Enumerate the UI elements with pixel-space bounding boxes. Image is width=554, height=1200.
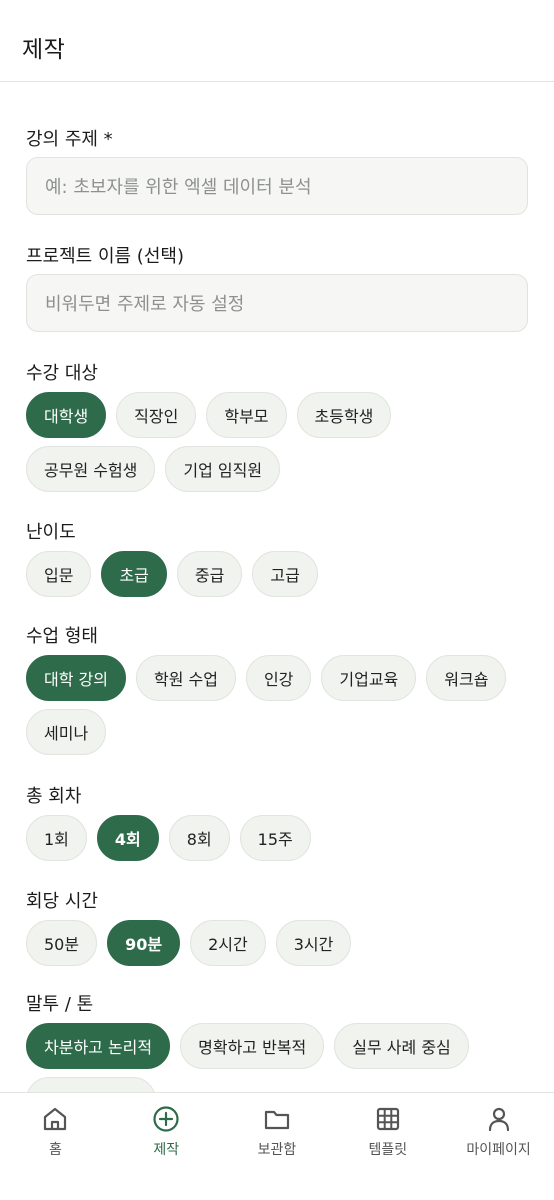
format-chip-online[interactable]: 인강 [245,655,312,701]
audience-chip-corporate[interactable]: 기업 임직원 [165,446,281,492]
app-header: 제작 [0,0,554,82]
nav-item-home[interactable]: 홈 [0,1093,111,1200]
nav-label-templates: 템플릿 [368,1142,408,1158]
create-form: 강의 주제 * 예: 초보자를 위한 엑셀 데이터 분석 프로젝트 이름 (선택… [0,82,554,1092]
duration-chip-3h[interactable]: 3시간 [275,920,352,966]
topic-input[interactable]: 예: 초보자를 위한 엑셀 데이터 분석 [26,157,528,215]
format-chips-row2: 세미나 [26,709,107,755]
sessions-chip-8[interactable]: 8회 [168,815,230,861]
tone-label: 말투 / 톤 [26,994,94,1015]
nav-item-mypage[interactable]: 마이페이지 [443,1093,554,1200]
difficulty-chips: 입문 초급 중급 고급 [26,551,318,597]
difficulty-chip-intermediate[interactable]: 중급 [176,551,243,597]
format-chip-seminar[interactable]: 세미나 [26,709,107,755]
format-chip-workshop[interactable]: 워크숍 [426,655,507,701]
folder-icon [264,1110,290,1130]
tone-chip-partial[interactable] [26,1077,156,1092]
audience-chip-parent[interactable]: 학부모 [206,392,287,438]
format-chip-corporate-training[interactable]: 기업교육 [321,655,417,701]
nav-item-templates[interactable]: 템플릿 [332,1093,443,1200]
sessions-chip-15-weeks[interactable]: 15주 [239,815,311,861]
audience-chip-elementary[interactable]: 초등학생 [296,392,392,438]
project-name-label: 프로젝트 이름 (선택) [26,246,184,267]
nav-item-library[interactable]: 보관함 [222,1093,333,1200]
page-title: 제작 [22,37,66,63]
tone-chips: 차분하고 논리적 명확하고 반복적 실무 사례 중심 [26,1023,469,1069]
grid-icon [376,1107,399,1131]
audience-label: 수강 대상 [26,363,98,384]
tone-chip-calm-logical[interactable]: 차분하고 논리적 [26,1023,171,1069]
format-label: 수업 형태 [26,626,98,647]
tone-chip-clear-repetitive[interactable]: 명확하고 반복적 [180,1023,325,1069]
audience-chip-worker[interactable]: 직장인 [116,392,197,438]
sessions-label: 총 회차 [26,786,82,807]
duration-chip-50min[interactable]: 50분 [26,920,98,966]
difficulty-chip-intro[interactable]: 입문 [26,551,92,597]
duration-chips: 50분 90분 2시간 3시간 [26,920,352,966]
format-chip-university-lecture[interactable]: 대학 강의 [26,655,126,701]
topic-label: 강의 주제 * [26,129,113,150]
nav-label-home: 홈 [48,1142,62,1158]
user-icon [488,1107,509,1132]
difficulty-label: 난이도 [26,522,76,543]
sessions-chip-4[interactable]: 4회 [96,815,159,861]
duration-chip-2h[interactable]: 2시간 [190,920,266,966]
format-chips: 대학 강의 학원 수업 인강 기업교육 워크숍 [26,655,507,701]
project-name-input[interactable]: 비워두면 주제로 자동 설정 [26,274,528,332]
sessions-chip-1[interactable]: 1회 [26,815,87,861]
audience-chip-university[interactable]: 대학생 [26,392,107,438]
sessions-chips: 1회 4회 8회 15주 [26,815,311,861]
nav-label-library: 보관함 [257,1142,297,1158]
audience-chips-row2: 공무원 수험생 기업 임직원 [26,446,281,492]
plus-circle-icon [153,1106,179,1132]
bottom-nav: 홈 제작 보관함 템플릿 마이페이지 [0,1092,554,1200]
audience-chips: 대학생 직장인 학부모 초등학생 [26,392,392,438]
duration-label: 회당 시간 [26,891,98,912]
audience-chip-civil-exam[interactable]: 공무원 수험생 [26,446,156,492]
format-chip-academy[interactable]: 학원 수업 [135,655,236,701]
nav-item-create[interactable]: 제작 [111,1093,222,1200]
difficulty-chip-advanced[interactable]: 고급 [252,551,318,597]
difficulty-chip-beginner[interactable]: 초급 [101,551,167,597]
nav-label-mypage: 마이페이지 [466,1142,531,1158]
tone-chips-row2 [26,1077,156,1092]
tone-chip-practical-cases[interactable]: 실무 사례 중심 [334,1023,469,1069]
nav-label-create: 제작 [153,1142,180,1158]
home-icon [44,1107,67,1131]
duration-chip-90min[interactable]: 90분 [107,920,181,966]
